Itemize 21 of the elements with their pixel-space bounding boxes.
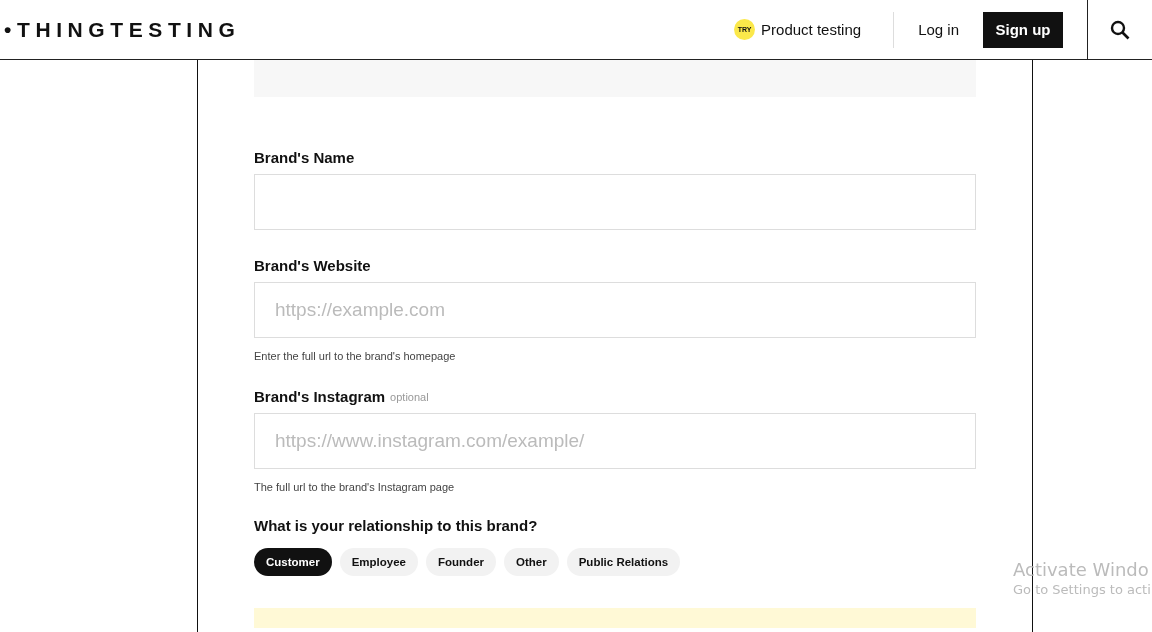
field-label: Brand's Website (254, 257, 371, 274)
help-text: Enter the full url to the brand's homepage (254, 350, 457, 362)
input-field[interactable] (254, 174, 976, 230)
question-label: What is your relationship to this brand? (254, 517, 539, 534)
search-icon (1110, 19, 1130, 40)
login-button[interactable]: Log in (918, 21, 959, 38)
relationship-option[interactable]: Employee (339, 548, 418, 576)
site-logo[interactable]: •THINGTESTING (4, 17, 735, 42)
product-testing-link[interactable]: Product testing (761, 21, 862, 38)
optional-hint: optional (390, 391, 429, 403)
help-text: The full url to the brand's Instagram page (254, 481, 456, 493)
field-label: Brand's Name (254, 149, 355, 166)
relationship-option[interactable]: Founder (426, 548, 496, 576)
input-field[interactable]: https://www.instagram.com/example/ (254, 413, 976, 469)
relationship-option[interactable]: Customer (254, 548, 332, 576)
field-label: Brand's Instagram (254, 388, 386, 405)
signup-button[interactable]: Sign up (983, 11, 1063, 48)
input-field[interactable]: https://example.com (254, 282, 976, 338)
activation-subtitle: Go to Settings to acti (1013, 582, 1151, 597)
relationship-option[interactable]: Other (504, 548, 559, 576)
relationship-option[interactable]: Public Relations (566, 548, 681, 576)
